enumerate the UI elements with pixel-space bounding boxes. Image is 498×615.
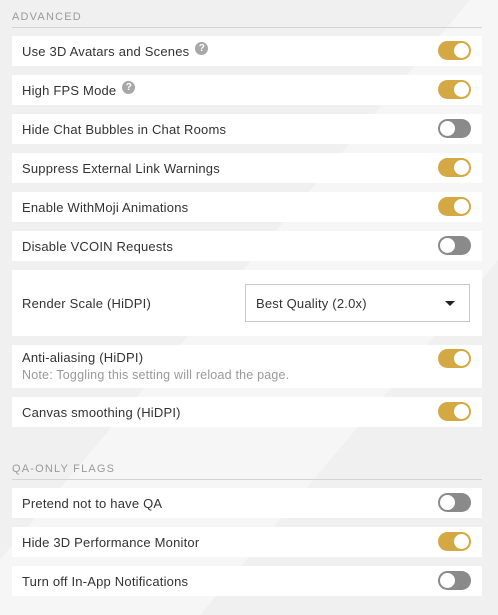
help-icon[interactable]: ? [195,41,209,55]
setting-label: Turn off In-App Notifications [22,573,189,589]
toggle-turn-off-notifications[interactable] [438,571,471,590]
toggle-disable-vcoin[interactable] [438,236,471,255]
toggle-knob [440,495,455,510]
toggle-knob [440,121,455,136]
setting-row-pretend-no-qa: Pretend not to have QA [12,488,482,518]
setting-row-suppress-link-warnings: Suppress External Link Warnings [12,153,482,183]
toggle-knob [454,351,469,366]
setting-label: Suppress External Link Warnings [22,160,220,176]
setting-label: Enable WithMoji Animations [22,199,189,215]
toggle-knob [454,534,469,549]
toggle-knob [440,238,455,253]
toggle-knob [454,404,469,419]
toggle-knob [454,82,469,97]
setting-row-turn-off-notifications: Turn off In-App Notifications [12,566,482,596]
setting-row-render-scale: Render Scale (HiDPI) Best Quality (2.0x) [12,270,482,336]
setting-label: Render Scale (HiDPI) [22,295,151,311]
render-scale-select[interactable]: Best Quality (2.0x) [245,284,470,322]
section-header-advanced: ADVANCED [12,11,482,28]
toggle-high-fps[interactable] [438,80,471,99]
toggle-anti-aliasing[interactable] [438,349,471,368]
setting-row-disable-vcoin: Disable VCOIN Requests [12,231,482,261]
toggle-withmoji-animations[interactable] [438,197,471,216]
setting-label: Anti-aliasing (HiDPI) [22,350,144,365]
toggle-canvas-smoothing[interactable] [438,402,471,421]
setting-row-high-fps: High FPS Mode ? [12,75,482,105]
setting-row-hide-chat-bubbles: Hide Chat Bubbles in Chat Rooms [12,114,482,144]
setting-row-canvas-smoothing: Canvas smoothing (HiDPI) [12,397,482,427]
setting-label: Disable VCOIN Requests [22,238,174,254]
setting-note: Note: Toggling this setting will reload … [22,368,290,382]
setting-row-3d-avatars: Use 3D Avatars and Scenes ? [12,36,482,66]
toggle-knob [454,43,469,58]
toggle-hide-perf-monitor[interactable] [438,532,471,551]
toggle-knob [454,199,469,214]
toggle-3d-avatars[interactable] [438,41,471,60]
toggle-suppress-link-warnings[interactable] [438,158,471,177]
setting-row-hide-perf-monitor: Hide 3D Performance Monitor [12,527,482,557]
toggle-knob [440,573,455,588]
help-icon[interactable]: ? [122,80,136,94]
setting-row-withmoji-animations: Enable WithMoji Animations [12,192,482,222]
setting-label: Pretend not to have QA [22,495,163,511]
setting-row-anti-aliasing: Anti-aliasing (HiDPI) Note: Toggling thi… [12,345,482,388]
toggle-pretend-no-qa[interactable] [438,493,471,512]
caret-down-icon [445,301,455,306]
setting-label: Use 3D Avatars and Scenes [22,43,190,59]
section-header-qa: QA-ONLY FLAGS [12,463,482,480]
setting-label: Canvas smoothing (HiDPI) [22,404,181,420]
toggle-knob [454,160,469,175]
render-scale-value: Best Quality (2.0x) [256,295,367,311]
setting-label: Hide Chat Bubbles in Chat Rooms [22,121,227,137]
setting-label: High FPS Mode [22,82,117,98]
setting-label: Hide 3D Performance Monitor [22,534,200,550]
toggle-hide-chat-bubbles[interactable] [438,119,471,138]
